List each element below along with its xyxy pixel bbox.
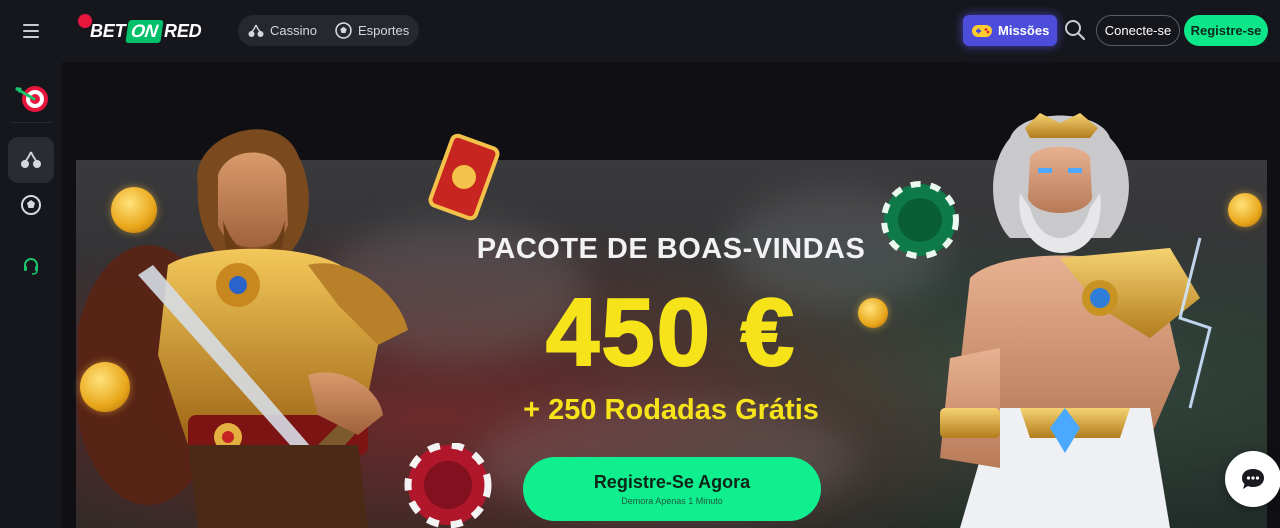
tab-cassino[interactable]: Cassino [248, 23, 317, 39]
casino-cherry-icon[interactable] [8, 137, 54, 183]
logo-red-text: RED [164, 20, 202, 41]
tab-esportes-label: Esportes [357, 23, 410, 38]
missions-label: Missões [998, 23, 1050, 38]
missions-button[interactable]: Missões [963, 15, 1058, 46]
cherry-icon [248, 24, 264, 37]
gamepad-icon [972, 24, 992, 37]
promo-title: PACOTE DE BOAS-VINDAS [476, 233, 866, 265]
sports-ball-icon[interactable] [8, 182, 54, 228]
soccer-ball-icon [335, 22, 352, 39]
register-now-label: Registre-Se Agora [593, 472, 751, 492]
ticket-decoration [428, 133, 500, 221]
register-now-sublabel: Demora Apenas 1 Minuto [621, 496, 723, 506]
betonred-logo[interactable]: BET ON RED [78, 14, 202, 46]
top-header: BET ON RED Cassino Esportes Missões Cone… [62, 0, 1280, 62]
logo-bet-text: BET [90, 20, 126, 41]
register-now-button[interactable]: Registre-Se Agora Demora Apenas 1 Minuto [523, 457, 821, 521]
tab-cassino-label: Cassino [270, 23, 317, 38]
promo-amount: 450 € [545, 278, 797, 387]
promo-free-spins: + 250 Rodadas Grátis [523, 394, 819, 426]
main-nav: Cassino Esportes [238, 15, 420, 46]
login-button[interactable]: Conecte-se [1096, 15, 1180, 46]
register-button[interactable]: Registre-se [1184, 15, 1268, 46]
ladybug-icon [78, 14, 92, 28]
missions-dart-icon[interactable] [8, 76, 54, 122]
gold-coin-decoration [111, 187, 157, 233]
logo-on-text: ON [125, 19, 164, 43]
search-icon[interactable] [1062, 17, 1088, 43]
chat-support-button[interactable] [1225, 451, 1280, 507]
hamburger-menu-icon[interactable] [16, 16, 46, 46]
chat-bubble-icon [1242, 469, 1264, 489]
poker-chip-red-decoration [404, 443, 492, 528]
gold-coin-decoration [1228, 193, 1262, 227]
tab-esportes[interactable]: Esportes [335, 22, 409, 39]
sidebar-divider [10, 122, 52, 123]
